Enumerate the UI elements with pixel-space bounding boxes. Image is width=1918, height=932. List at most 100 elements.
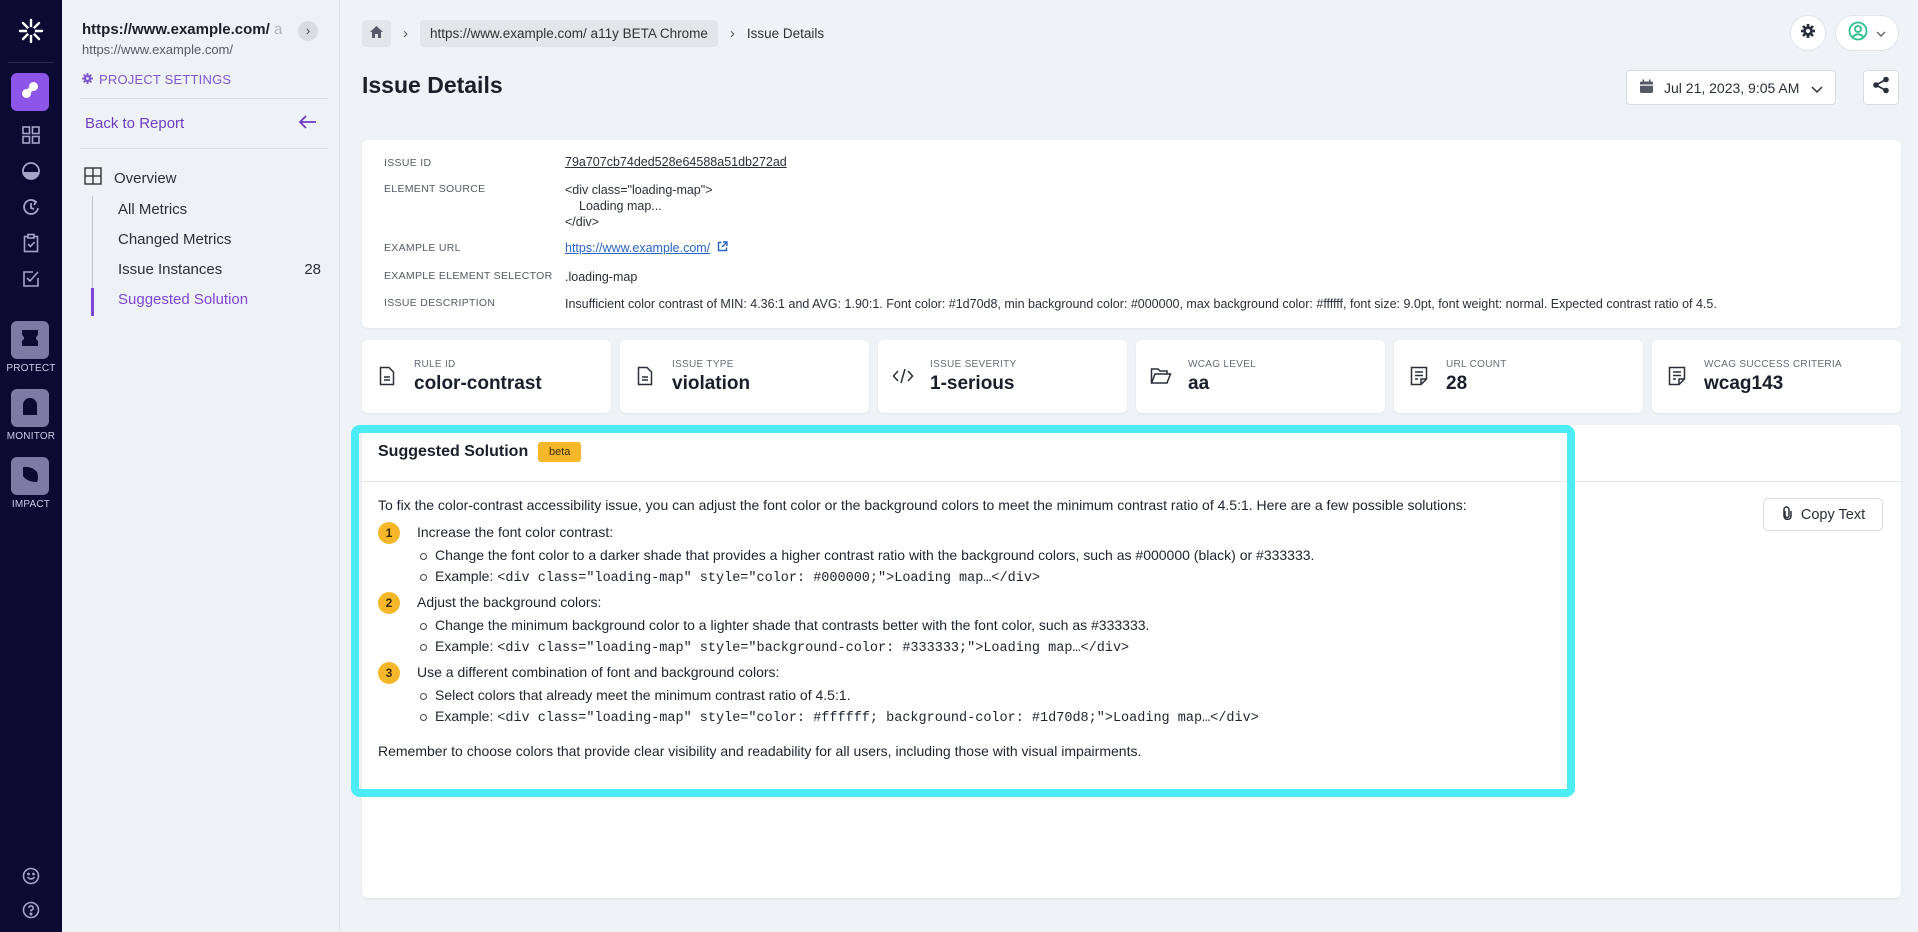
rail-item-gauge[interactable] (19, 161, 43, 185)
rail-item-history[interactable] (19, 197, 43, 221)
sidebar-item-overview[interactable]: Overview (84, 167, 177, 189)
example-label: Example: (435, 568, 498, 584)
element-source-line: </div> (565, 215, 600, 229)
step-title: Adjust the background colors: (417, 594, 602, 610)
active-indicator (91, 288, 94, 316)
metric-label: WCAG SUCCESS CRITERIA (1704, 359, 1842, 370)
help-button[interactable] (19, 900, 43, 924)
copy-text-button[interactable]: Copy Text (1763, 498, 1883, 531)
metric-value: wcag143 (1704, 373, 1784, 394)
divider (80, 148, 328, 149)
document-icon (634, 365, 656, 387)
step-description: Select colors that already meet the mini… (420, 685, 1578, 706)
breadcrumb-report[interactable]: https://www.example.com/ a11y BETA Chrom… (420, 20, 718, 47)
step-number: 2 (378, 592, 400, 614)
document-icon (376, 365, 398, 387)
share-button[interactable] (1863, 70, 1899, 105)
rail-item-checkbox[interactable] (19, 269, 43, 293)
field-label: EXAMPLE ELEMENT SELECTOR (384, 270, 553, 282)
chevron-right-icon: › (305, 23, 311, 38)
project-name-overflow: a (269, 21, 282, 38)
gauge-icon (21, 161, 41, 186)
example-url: https://www.example.com/ (565, 240, 728, 256)
rail-module-label: IMPACT (11, 499, 51, 510)
example-url-link[interactable]: https://www.example.com/ (565, 240, 710, 256)
rail-module-impact[interactable] (11, 457, 49, 495)
rail-module-label: PROTECT (6, 363, 56, 374)
user-menu-button[interactable] (1835, 15, 1899, 51)
solution-step: 2 Adjust the background colors: Change t… (378, 592, 1578, 659)
metric-label: URL COUNT (1446, 359, 1507, 370)
metric-card-issue-severity: ISSUE SEVERITY 1-serious (878, 340, 1127, 413)
table-grid-icon (84, 167, 102, 189)
metric-card-wcag-level: WCAG LEVEL aa (1136, 340, 1385, 413)
metric-value: aa (1188, 373, 1210, 394)
report-date-value: Jul 21, 2023, 9:05 AM (1664, 79, 1800, 96)
impact-icon (19, 463, 41, 490)
gear-icon (1800, 23, 1816, 44)
arrow-left-icon[interactable] (298, 112, 318, 138)
chevron-right-icon: › (403, 25, 408, 42)
project-name: https://www.example.com/ a (82, 21, 282, 38)
metric-card-wcag-criteria: WCAG SUCCESS CRITERIA wcag143 (1652, 340, 1901, 413)
solution-header: Suggested Solution beta (362, 425, 1901, 482)
home-icon (369, 25, 384, 42)
metric-value: 1-serious (930, 373, 1015, 394)
chevron-down-icon (1876, 24, 1886, 42)
rail-module-monitor[interactable] (11, 389, 49, 427)
step-example: Example: <div class="loading-map" style=… (420, 636, 1578, 659)
user-avatar-icon (1848, 21, 1868, 46)
step-description: Change the font color to a darker shade … (420, 545, 1578, 566)
asterisk-logo-icon[interactable] (17, 18, 45, 46)
example-label: Example: (435, 638, 498, 654)
step-example: Example: <div class="loading-map" style=… (420, 706, 1578, 729)
step-example: Example: <div class="loading-map" style=… (420, 566, 1578, 589)
pipeline-icon (19, 79, 41, 106)
settings-button[interactable] (1790, 15, 1826, 51)
divider (80, 98, 328, 99)
feedback-button[interactable] (19, 866, 43, 890)
gear-icon (82, 72, 93, 87)
suggested-solution-panel: Suggested Solution beta To fix the color… (362, 425, 1901, 898)
app-rail: PROTECT MONITOR IMPACT (0, 0, 62, 932)
sidebar-item-all-metrics[interactable]: All Metrics (118, 201, 187, 218)
checkbox-icon (21, 269, 41, 294)
sidebar-item-changed-metrics[interactable]: Changed Metrics (118, 231, 231, 248)
breadcrumb-home[interactable] (362, 20, 391, 47)
rail-module-protect[interactable] (11, 321, 49, 359)
beta-badge: beta (538, 442, 582, 462)
chevron-right-icon: › (729, 25, 735, 42)
help-icon (22, 901, 40, 924)
step-details: Select colors that already meet the mini… (417, 685, 1578, 729)
metric-card-issue-type: ISSUE TYPE violation (620, 340, 869, 413)
code-icon (892, 365, 914, 387)
protect-icon (19, 327, 41, 354)
sidebar-item-label: Overview (114, 169, 177, 187)
rail-divider (8, 62, 54, 63)
calendar-icon (1639, 79, 1654, 97)
monitor-icon (19, 395, 41, 422)
sidebar-item-issue-instances[interactable]: Issue Instances (118, 261, 222, 278)
project-settings-link[interactable]: PROJECT SETTINGS (82, 72, 231, 87)
project-url: https://www.example.com/ (82, 42, 233, 57)
project-switch-button[interactable]: › (298, 21, 318, 41)
report-sidebar: https://www.example.com/ a › https://www… (62, 0, 340, 932)
external-link-icon[interactable] (717, 240, 728, 256)
metric-card-rule-id: RULE ID color-contrast (362, 340, 611, 413)
sidebar-item-suggested-solution[interactable]: Suggested Solution (118, 291, 248, 308)
history-icon (21, 197, 41, 222)
rail-item-pipeline[interactable] (11, 73, 49, 111)
metric-label: WCAG LEVEL (1188, 359, 1257, 370)
rail-item-dashboard[interactable] (19, 125, 43, 149)
example-code: <div class="loading-map" style="color: #… (497, 571, 1041, 586)
issue-id-link[interactable]: 79a707cb74ded528e64588a51db272ad (565, 154, 787, 170)
metric-value: violation (672, 373, 751, 394)
back-to-report-link[interactable]: Back to Report (85, 115, 184, 132)
metric-cards: RULE ID color-contrast ISSUE TYPE violat… (362, 340, 1901, 413)
step-details: Change the minimum background color to a… (417, 615, 1578, 659)
report-date-select[interactable]: Jul 21, 2023, 9:05 AM (1626, 70, 1836, 105)
breadcrumb-current: Issue Details (746, 26, 825, 41)
example-code: <div class="loading-map" style="backgrou… (497, 641, 1130, 656)
step-description: Change the minimum background color to a… (420, 615, 1578, 636)
rail-item-clipboard[interactable] (19, 233, 43, 257)
